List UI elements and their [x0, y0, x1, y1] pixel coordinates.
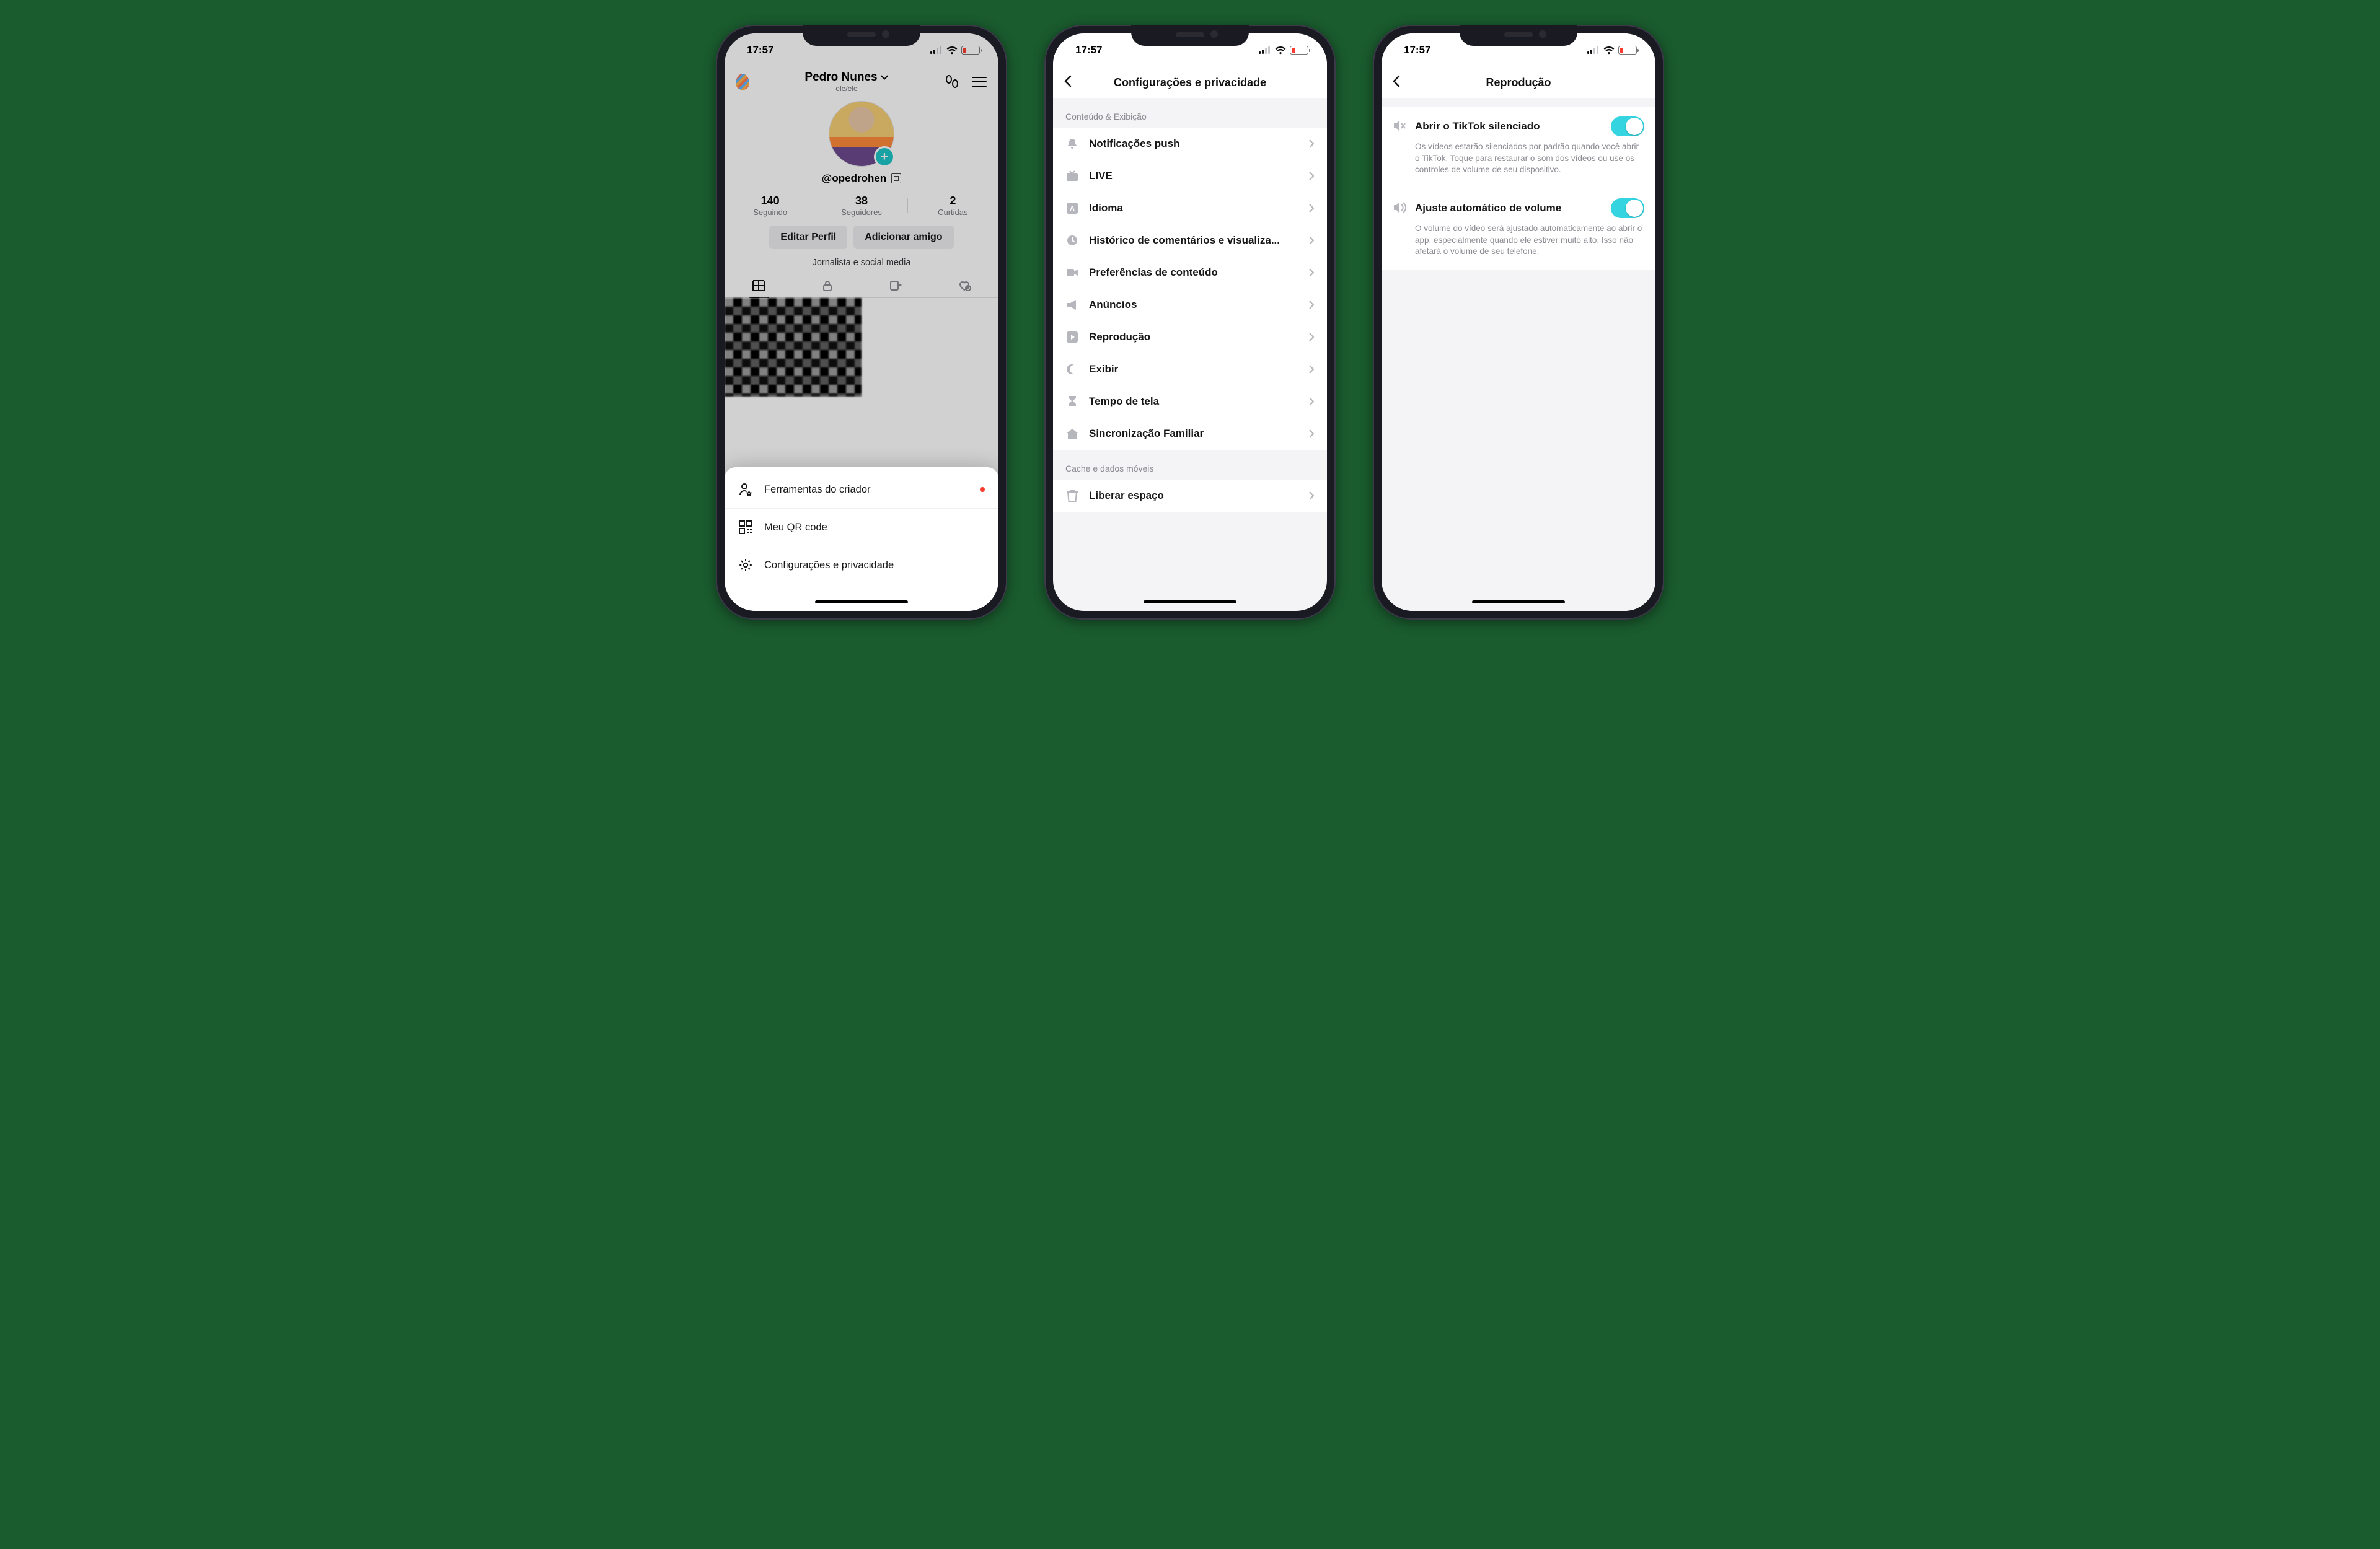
user-star-icon	[738, 482, 753, 497]
chevron-right-icon	[1308, 171, 1315, 181]
chevron-right-icon	[1308, 300, 1315, 310]
wifi-icon	[1275, 46, 1286, 55]
sheet-creator-tools[interactable]: Ferramentas do criador	[725, 471, 998, 509]
row-label: Anúncios	[1089, 299, 1298, 311]
page-title: Reprodução	[1486, 76, 1551, 89]
row-playback[interactable]: Reprodução	[1053, 321, 1327, 353]
chevron-right-icon	[1308, 203, 1315, 213]
play-icon	[1065, 330, 1079, 344]
gear-icon	[738, 558, 753, 573]
volume-mute-icon	[1393, 120, 1406, 133]
section-header: Conteúdo & Exibição	[1053, 98, 1327, 128]
row-family-pairing[interactable]: Sincronização Familiar	[1053, 418, 1327, 450]
row-push-notifications[interactable]: Notificações push	[1053, 128, 1327, 160]
row-screen-time[interactable]: Tempo de tela	[1053, 385, 1327, 418]
hourglass-icon	[1065, 395, 1079, 408]
battery-icon: 16	[1618, 46, 1637, 55]
chevron-right-icon	[1308, 491, 1315, 501]
chevron-right-icon	[1308, 397, 1315, 406]
back-button[interactable]	[1390, 74, 1404, 88]
phone-frame-1: 17:57 16	[716, 25, 1007, 620]
row-free-space[interactable]: Liberar espaço	[1053, 480, 1327, 512]
sheet-item-label: Meu QR code	[764, 522, 827, 533]
chevron-right-icon	[1308, 139, 1315, 149]
row-display[interactable]: Exibir	[1053, 353, 1327, 385]
svg-text:A: A	[1070, 205, 1075, 213]
nav-bar: Configurações e privacidade	[1053, 67, 1327, 98]
chevron-right-icon	[1308, 364, 1315, 374]
clock-icon	[1065, 234, 1079, 247]
row-live[interactable]: LIVE	[1053, 160, 1327, 192]
bottom-sheet: Ferramentas do criador Meu QR code Confi…	[725, 467, 998, 611]
trash-icon	[1065, 489, 1079, 502]
row-label: Liberar espaço	[1089, 489, 1298, 502]
status-time: 17:57	[1404, 44, 1430, 56]
row-label: Preferências de conteúdo	[1089, 266, 1298, 279]
moon-icon	[1065, 362, 1079, 376]
row-label: Histórico de comentários e visualiza...	[1089, 234, 1298, 247]
battery-percent-label: 16	[1624, 46, 1631, 53]
toggle-label: Ajuste automático de volume	[1415, 202, 1602, 214]
toggle-label: Abrir o TikTok silenciado	[1415, 120, 1602, 133]
volume-icon	[1393, 201, 1406, 215]
back-button[interactable]	[1062, 74, 1075, 88]
row-label: Exibir	[1089, 363, 1298, 375]
chevron-right-icon	[1308, 268, 1315, 278]
toggle-switch[interactable]	[1611, 198, 1644, 218]
row-label: Reprodução	[1089, 331, 1298, 343]
screen-profile: 17:57 16	[725, 33, 998, 611]
nav-bar: Reprodução	[1382, 67, 1655, 98]
tv-icon	[1065, 169, 1079, 183]
screen-settings: 17:57 16 Configurações e privacidade Con…	[1053, 33, 1327, 611]
video-icon	[1065, 266, 1079, 279]
phone-frame-2: 17:57 16 Configurações e privacidade Con…	[1044, 25, 1336, 620]
sheet-settings[interactable]: Configurações e privacidade	[725, 546, 998, 584]
sheet-item-label: Configurações e privacidade	[764, 559, 894, 571]
qr-code-icon	[738, 520, 753, 535]
page-title: Configurações e privacidade	[1114, 76, 1266, 89]
cellular-icon	[1587, 46, 1600, 54]
chevron-left-icon	[1062, 74, 1075, 88]
row-language[interactable]: A Idioma	[1053, 192, 1327, 224]
phone-frame-3: 17:57 16 Reprodução Abrir o TikTok silen…	[1373, 25, 1664, 620]
wifi-icon	[1603, 46, 1615, 55]
settings-list: Notificações push LIVE A Idioma Históric…	[1053, 128, 1327, 450]
row-content-prefs[interactable]: Preferências de conteúdo	[1053, 257, 1327, 289]
device-notch	[803, 25, 920, 46]
notification-dot-icon	[980, 487, 985, 492]
setting-description: Os vídeos estarão silenciados por padrão…	[1393, 136, 1644, 186]
device-notch	[1460, 25, 1577, 46]
row-label: Tempo de tela	[1089, 395, 1298, 408]
chevron-left-icon	[1390, 74, 1404, 88]
battery-icon: 16	[1290, 46, 1308, 55]
chevron-right-icon	[1308, 235, 1315, 245]
sheet-qr-code[interactable]: Meu QR code	[725, 509, 998, 546]
status-time: 17:57	[1075, 44, 1102, 56]
language-icon: A	[1065, 201, 1079, 215]
row-history[interactable]: Histórico de comentários e visualiza...	[1053, 224, 1327, 257]
section-header: Cache e dados móveis	[1053, 450, 1327, 480]
chevron-right-icon	[1308, 429, 1315, 439]
setting-open-muted: Abrir o TikTok silenciado Os vídeos esta…	[1382, 107, 1655, 188]
setting-auto-volume: Ajuste automático de volume O volume do …	[1382, 188, 1655, 270]
row-label: LIVE	[1089, 170, 1298, 182]
sheet-item-label: Ferramentas do criador	[764, 484, 871, 496]
row-label: Idioma	[1089, 202, 1298, 214]
setting-description: O volume do vídeo será ajustado automati…	[1393, 218, 1644, 268]
toggle-switch[interactable]	[1611, 116, 1644, 136]
battery-percent-label: 16	[1295, 46, 1302, 53]
device-notch	[1131, 25, 1249, 46]
megaphone-icon	[1065, 298, 1079, 312]
row-label: Sincronização Familiar	[1089, 428, 1298, 440]
chevron-right-icon	[1308, 332, 1315, 342]
row-label: Notificações push	[1089, 138, 1298, 150]
screen-playback: 17:57 16 Reprodução Abrir o TikTok silen…	[1382, 33, 1655, 611]
home-icon	[1065, 427, 1079, 441]
cellular-icon	[1259, 46, 1271, 54]
row-ads[interactable]: Anúncios	[1053, 289, 1327, 321]
bell-icon	[1065, 137, 1079, 151]
